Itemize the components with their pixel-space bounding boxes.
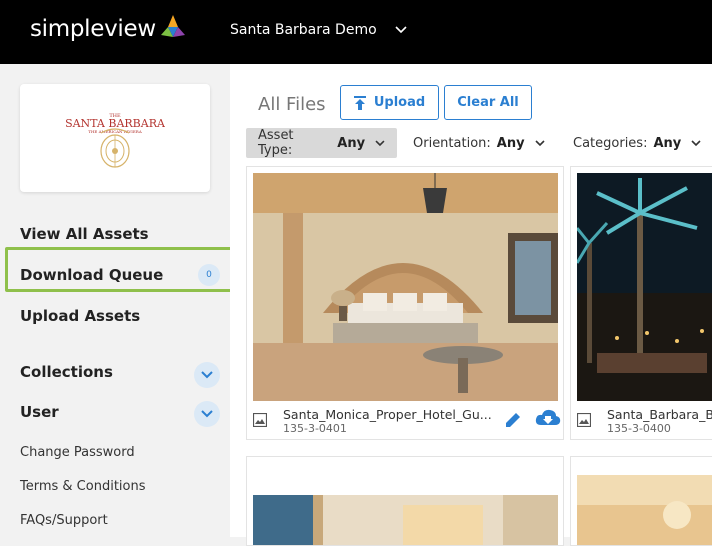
user-expand-button[interactable] bbox=[194, 401, 220, 427]
asset-filename[interactable]: Santa_Monica_Proper_Hotel_Gu... bbox=[283, 407, 492, 422]
chevron-down-icon bbox=[691, 139, 701, 146]
asset-filename[interactable]: Santa_Barbara_Be bbox=[607, 407, 712, 422]
upload-icon bbox=[353, 95, 366, 110]
categories-filter[interactable]: Categories: Any bbox=[561, 128, 712, 158]
main-content: All Files Upload Clear All Asset Type: A… bbox=[230, 64, 712, 546]
santa-barbara-logo: THE SANTA BARBARA THE AMERICAN RIVIERA bbox=[65, 113, 165, 168]
download-queue-count-badge: 0 bbox=[198, 264, 220, 286]
change-password-link[interactable]: Change Password bbox=[20, 445, 135, 460]
nav-upload-assets[interactable]: Upload Assets bbox=[20, 307, 140, 325]
filter-value: Any bbox=[653, 135, 682, 151]
chevron-down-icon bbox=[395, 26, 407, 34]
chevron-down-icon bbox=[375, 139, 385, 146]
orientation-filter[interactable]: Orientation: Any bbox=[401, 128, 557, 158]
asset-thumbnail[interactable] bbox=[253, 173, 558, 401]
hotel-room-image bbox=[253, 173, 558, 401]
site-name: Santa Barbara Demo bbox=[230, 22, 377, 38]
edit-pencil-icon[interactable] bbox=[503, 410, 523, 430]
asset-card[interactable]: Santa_Monica_Proper_Hotel_Gu... 135-3-04… bbox=[246, 166, 564, 440]
asset-type-filter[interactable]: Asset Type: Any bbox=[246, 128, 397, 158]
image-file-icon bbox=[577, 413, 591, 427]
asset-card[interactable] bbox=[570, 456, 712, 546]
logo-mark-icon bbox=[160, 15, 185, 37]
terms-conditions-link[interactable]: Terms & Conditions bbox=[20, 479, 146, 494]
sunset-image bbox=[577, 475, 712, 545]
upload-button[interactable]: Upload bbox=[340, 85, 439, 120]
chevron-down-icon bbox=[201, 371, 213, 379]
filter-value: Any bbox=[337, 135, 366, 151]
asset-card[interactable]: Santa_Barbara_Be 135-3-0400 bbox=[570, 166, 712, 440]
asset-thumbnail[interactable] bbox=[253, 495, 558, 545]
filter-value: Any bbox=[496, 135, 525, 151]
cloud-download-icon[interactable] bbox=[535, 407, 561, 429]
asset-id: 135-3-0401 bbox=[283, 422, 347, 435]
collections-heading[interactable]: Collections bbox=[20, 363, 113, 381]
collections-expand-button[interactable] bbox=[194, 362, 220, 388]
site-selector[interactable]: Santa Barbara Demo bbox=[230, 22, 407, 38]
asset-meta: Santa_Monica_Proper_Hotel_Gu... 135-3-04… bbox=[253, 407, 561, 437]
nav-download-queue[interactable]: Download Queue bbox=[20, 266, 163, 284]
asset-meta: Santa_Barbara_Be 135-3-0400 bbox=[577, 407, 712, 437]
page-title: All Files bbox=[258, 94, 326, 115]
filter-label: Asset Type: bbox=[258, 128, 294, 158]
nav-view-all-assets[interactable]: View All Assets bbox=[20, 225, 149, 243]
image-file-icon bbox=[253, 413, 267, 427]
asset-card[interactable] bbox=[246, 456, 564, 546]
hotel-interior-image bbox=[253, 495, 558, 545]
filter-label: Orientation: bbox=[413, 135, 491, 151]
asset-thumbnail[interactable] bbox=[577, 173, 712, 401]
faqs-support-link[interactable]: FAQs/Support bbox=[20, 513, 108, 528]
upload-label: Upload bbox=[373, 95, 426, 110]
sidebar: THE SANTA BARBARA THE AMERICAN RIVIERA V… bbox=[0, 64, 237, 537]
clear-all-label: Clear All bbox=[457, 95, 519, 110]
palm-trees-night-image bbox=[577, 173, 712, 401]
clear-all-button[interactable]: Clear All bbox=[444, 85, 532, 120]
chevron-down-icon bbox=[201, 410, 213, 418]
logo-text: simpleview bbox=[30, 16, 156, 42]
asset-id: 135-3-0400 bbox=[607, 422, 671, 435]
filter-label: Categories: bbox=[573, 135, 648, 151]
top-bar: simpleview Santa Barbara Demo bbox=[0, 0, 712, 64]
brand-card[interactable]: THE SANTA BARBARA THE AMERICAN RIVIERA bbox=[20, 84, 210, 192]
asset-thumbnail[interactable] bbox=[577, 475, 712, 545]
svg-text:THE AMERICAN RIVIERA: THE AMERICAN RIVIERA bbox=[88, 129, 142, 134]
simpleview-logo[interactable]: simpleview bbox=[30, 15, 188, 42]
chevron-down-icon bbox=[535, 139, 545, 146]
user-heading[interactable]: User bbox=[20, 403, 59, 421]
